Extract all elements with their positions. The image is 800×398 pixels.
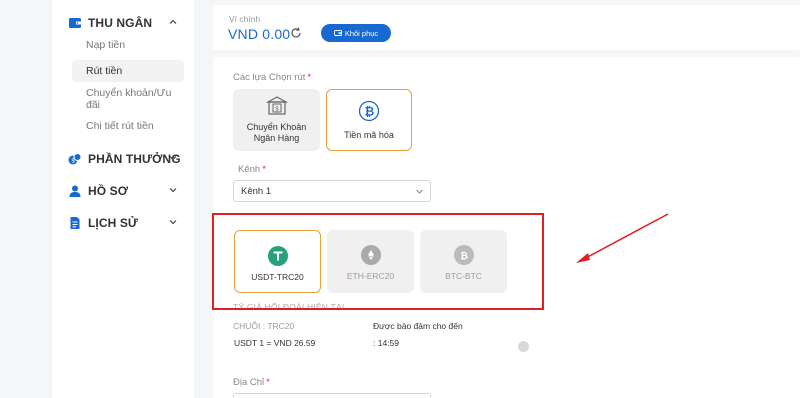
svg-text:$: $ (275, 105, 279, 113)
restore-button-label: Khôi phục (344, 28, 379, 38)
withdraw-options-label: Các lựa Chọn rút * (233, 72, 312, 83)
guarantee-label: Được bảo đảm cho đến (373, 321, 463, 331)
bitcoin-icon: ₿ (358, 100, 380, 122)
channel-select-value: Kênh 1 (241, 185, 272, 197)
info-icon[interactable] (518, 341, 529, 352)
restore-icon (333, 30, 342, 36)
bank-icon: $ (265, 96, 288, 115)
address-input[interactable] (233, 393, 431, 398)
svg-text:$: $ (71, 158, 75, 165)
sidebar-item-withdraw[interactable]: Rút tiền (72, 60, 184, 82)
sidebar-section-label: LỊCH SỬ (88, 216, 138, 230)
sidebar: THU NGÂN Nạp tiền Rút tiền Chuyển khoản/… (52, 0, 194, 398)
chevron-down-icon (169, 220, 177, 225)
sidebar-section-rewards[interactable]: $ PHẦN THƯỞNG (68, 148, 188, 170)
sidebar-item-withdraw-details[interactable]: Chi tiết rút tiền (72, 115, 184, 137)
sidebar-section-label: PHẦN THƯỞNG (88, 152, 181, 166)
option-bank-transfer-label: Chuyển Khoản Ngân Hàng (246, 122, 307, 143)
svg-text:₿: ₿ (365, 105, 375, 119)
chevron-down-icon (416, 189, 423, 194)
channel-label: Kênh * (238, 164, 266, 175)
sidebar-item-deposit[interactable]: Nạp tiền (72, 34, 184, 56)
address-label: Địa Chỉ * (233, 377, 270, 388)
channel-select[interactable]: Kênh 1 (233, 180, 431, 202)
guarantee-time: : 14:59 (373, 338, 399, 348)
wallet-label: Ví chính (229, 14, 261, 24)
chain-text: CHUỖI : TRC20 (233, 321, 295, 331)
exchange-rate-value: USDT 1 = VND 26.59 (234, 338, 316, 348)
sidebar-section-label: THU NGÂN (88, 16, 153, 30)
sidebar-item-transfer[interactable]: Chuyển khoản/Ưu đãi (72, 87, 184, 111)
option-bank-transfer[interactable]: $ Chuyển Khoản Ngân Hàng (233, 89, 320, 151)
sidebar-section-label: HỒ SƠ (88, 184, 129, 198)
refresh-icon[interactable] (290, 27, 302, 39)
annotation-arrow-icon (576, 213, 669, 263)
coins-icon: $ (68, 152, 82, 166)
wallet-panel: Ví chính VND 0.00 Khôi phục (213, 5, 800, 50)
chevron-down-icon (169, 156, 177, 161)
user-icon (68, 184, 82, 198)
sidebar-section-profile[interactable]: HỒ SƠ (68, 180, 188, 202)
chevron-up-icon (169, 19, 177, 24)
highlight-frame (212, 213, 544, 310)
sidebar-section-history[interactable]: LỊCH SỬ (68, 212, 188, 234)
sidebar-section-cashier[interactable]: THU NGÂN (68, 12, 188, 34)
chevron-down-icon (169, 188, 177, 193)
document-icon (68, 216, 82, 230)
wallet-icon (68, 16, 82, 30)
wallet-balance: VND 0.00 (228, 26, 291, 42)
option-crypto[interactable]: ₿ Tiền mã hóa (326, 89, 412, 151)
restore-button[interactable]: Khôi phục (321, 24, 391, 42)
option-crypto-label: Tiền mã hóa (344, 130, 394, 140)
